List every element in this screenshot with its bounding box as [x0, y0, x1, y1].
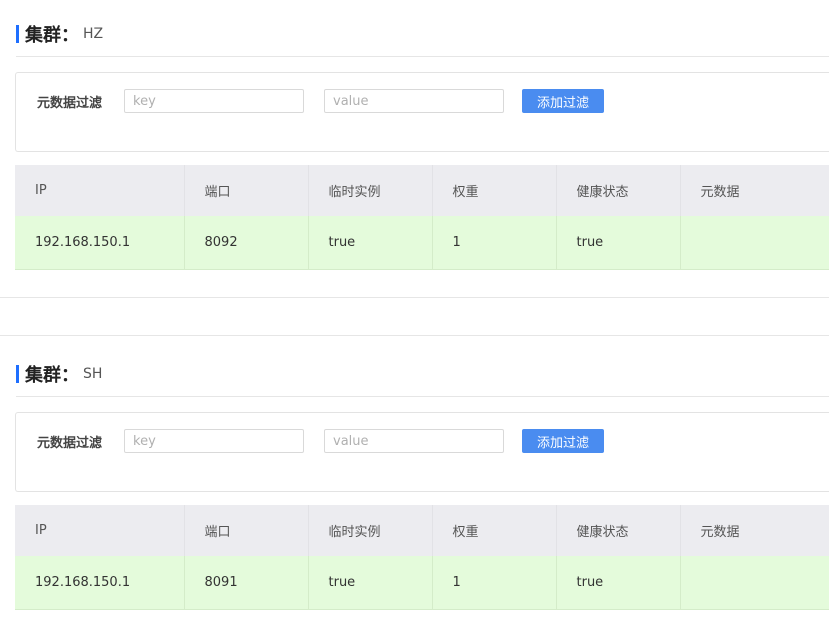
cell-ip: 192.168.150.1	[15, 556, 184, 610]
column-header-port: 端口	[183, 165, 308, 216]
cluster-title-colon: ：	[61, 25, 79, 46]
add-filter-button[interactable]: 添加过滤	[522, 429, 604, 453]
cluster-title-label: 集群	[25, 25, 61, 46]
table-row: 192.168.150.1 8091 true 1 true	[15, 556, 829, 610]
title-divider	[16, 56, 829, 57]
metadata-filter-label: 元数据过滤	[37, 436, 103, 451]
column-header-ip: IP	[15, 165, 184, 216]
instance-table: IP 端口 临时实例 权重 健康状态 元数据 192.168.150.1 809…	[15, 505, 829, 610]
cluster-title-colon: ：	[61, 365, 79, 386]
column-header-port: 端口	[183, 505, 308, 556]
cell-ip: 192.168.150.1	[15, 216, 184, 270]
column-header-metadata: 元数据	[679, 165, 829, 216]
filter-value-input[interactable]	[324, 429, 504, 453]
filter-key-input[interactable]	[124, 429, 304, 453]
section-divider	[0, 335, 829, 336]
table-header-row: IP 端口 临时实例 权重 健康状态 元数据	[15, 165, 829, 216]
cluster-title: 集群 ： SH	[16, 364, 103, 386]
instance-table: IP 端口 临时实例 权重 健康状态 元数据 192.168.150.1 809…	[15, 165, 829, 270]
column-header-health: 健康状态	[555, 165, 680, 216]
cell-metadata	[679, 556, 829, 610]
column-header-ephemeral: 临时实例	[307, 505, 432, 556]
filter-value-input[interactable]	[324, 89, 504, 113]
metadata-filter-panel: 元数据过滤 添加过滤	[15, 412, 829, 492]
column-header-weight: 权重	[431, 505, 556, 556]
cell-health: true	[555, 216, 680, 270]
metadata-filter-panel: 元数据过滤 添加过滤	[15, 72, 829, 152]
table-header-row: IP 端口 临时实例 权重 健康状态 元数据	[15, 505, 829, 556]
cell-weight: 1	[431, 556, 556, 610]
cluster-title: 集群 ： HZ	[16, 24, 104, 46]
cell-ephemeral: true	[307, 216, 432, 270]
cell-weight: 1	[431, 216, 556, 270]
cell-ephemeral: true	[307, 556, 432, 610]
title-divider	[16, 396, 829, 397]
cell-port: 8092	[183, 216, 308, 270]
cluster-name: HZ	[83, 26, 104, 42]
section-divider	[0, 297, 829, 298]
column-header-ip: IP	[15, 505, 184, 556]
column-header-health: 健康状态	[555, 505, 680, 556]
title-accent-bar	[16, 25, 19, 43]
filter-key-input[interactable]	[124, 89, 304, 113]
metadata-filter-label: 元数据过滤	[37, 96, 103, 111]
column-header-ephemeral: 临时实例	[307, 165, 432, 216]
cell-port: 8091	[183, 556, 308, 610]
cluster-name: SH	[83, 366, 103, 382]
cell-health: true	[555, 556, 680, 610]
column-header-weight: 权重	[431, 165, 556, 216]
title-accent-bar	[16, 365, 19, 383]
cluster-title-label: 集群	[25, 365, 61, 386]
add-filter-button[interactable]: 添加过滤	[522, 89, 604, 113]
table-row: 192.168.150.1 8092 true 1 true	[15, 216, 829, 270]
cell-metadata	[679, 216, 829, 270]
column-header-metadata: 元数据	[679, 505, 829, 556]
